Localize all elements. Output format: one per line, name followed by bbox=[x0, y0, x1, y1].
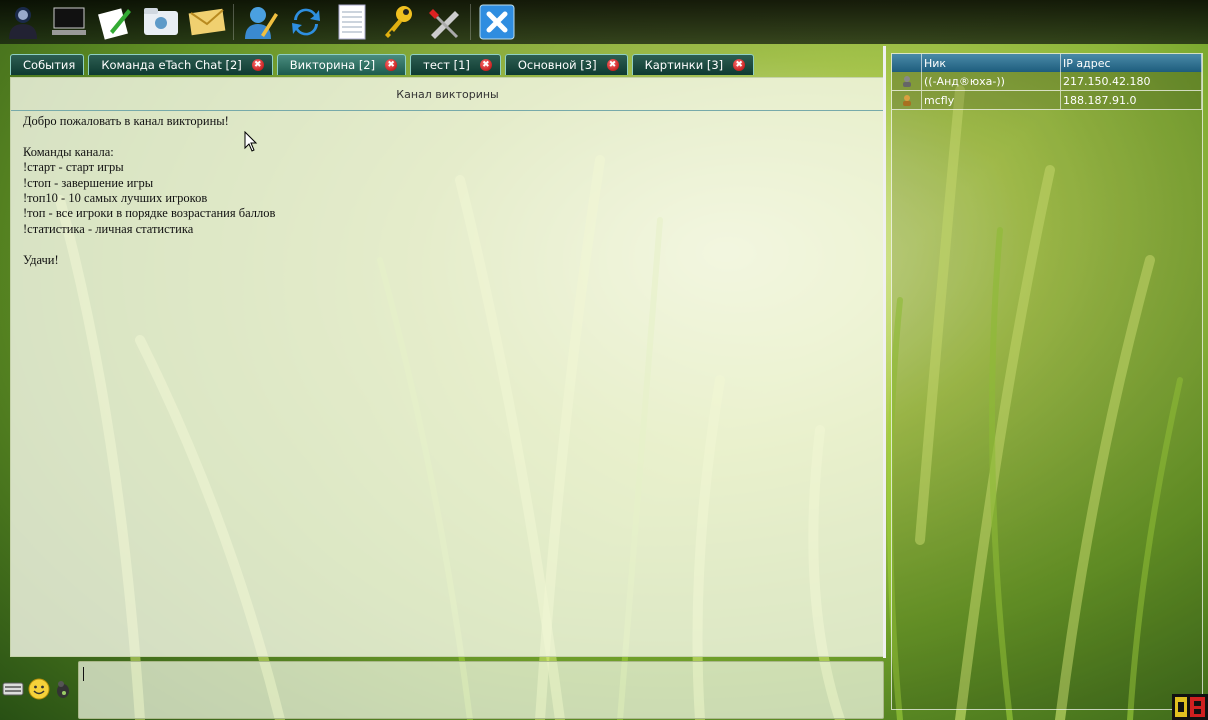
user-status-icon bbox=[892, 91, 922, 109]
tab-label: Основной [3] bbox=[517, 58, 597, 72]
tab-events[interactable]: События bbox=[10, 54, 85, 75]
chat-line: !статистика - личная статистика bbox=[23, 221, 194, 236]
column-header-icon[interactable] bbox=[892, 54, 922, 72]
chat-line: !старт - старт игры bbox=[23, 160, 124, 175]
tab-label: События bbox=[23, 58, 76, 72]
folder-button[interactable] bbox=[141, 2, 181, 42]
chat-panel[interactable]: Канал викторины Добро пожаловать в канал… bbox=[10, 77, 885, 657]
user-icon bbox=[9, 7, 37, 39]
tab-quiz[interactable]: Викторина [2] ✖ bbox=[276, 54, 407, 75]
main-toolbar bbox=[0, 0, 1208, 44]
user-list: Ник IP адрес ((-Анд®юха-)) 217.150.42.18… bbox=[891, 53, 1203, 710]
tab-label: Команда eTach Chat [2] bbox=[101, 58, 242, 72]
folder-icon bbox=[144, 8, 178, 35]
user-profile-button[interactable] bbox=[3, 2, 43, 42]
exit-button[interactable] bbox=[477, 2, 517, 42]
tab-close-icon[interactable]: ✖ bbox=[479, 59, 492, 71]
user-status-icon bbox=[892, 72, 922, 90]
user-nick: mcfly bbox=[922, 91, 1061, 109]
user-ip: 188.187.91.0 bbox=[1061, 91, 1202, 109]
column-header-nick[interactable]: Ник bbox=[922, 54, 1061, 72]
column-header-ip[interactable]: IP адрес bbox=[1061, 54, 1202, 72]
chat-line: !топ - все игроки в порядке возрастания … bbox=[23, 206, 276, 221]
mouse-cursor-icon bbox=[244, 131, 258, 152]
chat-line bbox=[23, 237, 872, 252]
key-button[interactable] bbox=[378, 2, 418, 42]
chat-line: Добро пожаловать в канал викторины! bbox=[23, 114, 229, 128]
close-icon bbox=[479, 4, 515, 40]
key-icon bbox=[385, 6, 412, 38]
toolbar-separator bbox=[470, 4, 471, 40]
notes-button[interactable] bbox=[332, 2, 372, 42]
tab-label: Картинки [3] bbox=[644, 58, 724, 72]
tab-label: Викторина [2] bbox=[289, 58, 376, 72]
tools-icon bbox=[429, 9, 459, 39]
text-caret bbox=[83, 667, 84, 681]
tab-label: тест [1] bbox=[423, 58, 470, 72]
refresh-icon bbox=[292, 8, 320, 36]
refresh-button[interactable] bbox=[286, 2, 326, 42]
tab-etach-team[interactable]: Команда eTach Chat [2] ✖ bbox=[88, 54, 273, 75]
chat-line: !топ10 - 10 самых лучших игроков bbox=[23, 191, 208, 206]
tab-pictures[interactable]: Картинки [3] ✖ bbox=[631, 54, 755, 75]
monitor-icon bbox=[52, 7, 86, 35]
tab-main[interactable]: Основной [3] ✖ bbox=[504, 54, 628, 75]
tray-logo-icon[interactable] bbox=[1172, 694, 1208, 720]
tab-close-icon[interactable]: ✖ bbox=[385, 59, 398, 71]
user-row[interactable]: mcfly 188.187.91.0 bbox=[892, 91, 1202, 110]
tab-close-icon[interactable]: ✖ bbox=[733, 59, 746, 71]
panel-splitter[interactable] bbox=[883, 46, 886, 658]
toolbar-separator bbox=[233, 4, 234, 40]
message-input[interactable] bbox=[78, 661, 884, 719]
channel-title: Канал викторины bbox=[11, 78, 884, 111]
chat-line: !стоп - завершение игры bbox=[23, 175, 154, 190]
user-edit-button[interactable] bbox=[240, 2, 280, 42]
mail-icon bbox=[188, 8, 226, 36]
tab-test[interactable]: тест [1] ✖ bbox=[410, 54, 501, 75]
monitor-button[interactable] bbox=[49, 2, 89, 42]
channel-tabs: События Команда eTach Chat [2] ✖ Виктори… bbox=[10, 54, 755, 76]
tools-button[interactable] bbox=[424, 2, 464, 42]
compose-button[interactable] bbox=[95, 2, 135, 42]
user-ip: 217.150.42.180 bbox=[1061, 72, 1202, 90]
input-toolbar bbox=[0, 676, 72, 702]
user-list-header: Ник IP адрес bbox=[892, 54, 1202, 72]
chat-line: Удачи! bbox=[23, 252, 59, 267]
mail-button[interactable] bbox=[187, 2, 227, 42]
tab-close-icon[interactable]: ✖ bbox=[251, 59, 264, 71]
chat-line: Команды канала: bbox=[23, 144, 114, 159]
user-edit-icon bbox=[245, 7, 278, 39]
tab-close-icon[interactable]: ✖ bbox=[606, 59, 619, 71]
attach-icon[interactable] bbox=[54, 678, 72, 700]
chat-line bbox=[23, 129, 872, 144]
edit-icon bbox=[98, 8, 131, 40]
notepad-icon bbox=[338, 4, 366, 40]
smiley-icon[interactable] bbox=[28, 678, 50, 700]
keyboard-icon[interactable] bbox=[2, 682, 24, 696]
user-row[interactable]: ((-Анд®юха-)) 217.150.42.180 bbox=[892, 72, 1202, 91]
chat-messages: Добро пожаловать в канал викторины! Кома… bbox=[11, 111, 884, 271]
user-nick: ((-Анд®юха-)) bbox=[922, 72, 1061, 90]
